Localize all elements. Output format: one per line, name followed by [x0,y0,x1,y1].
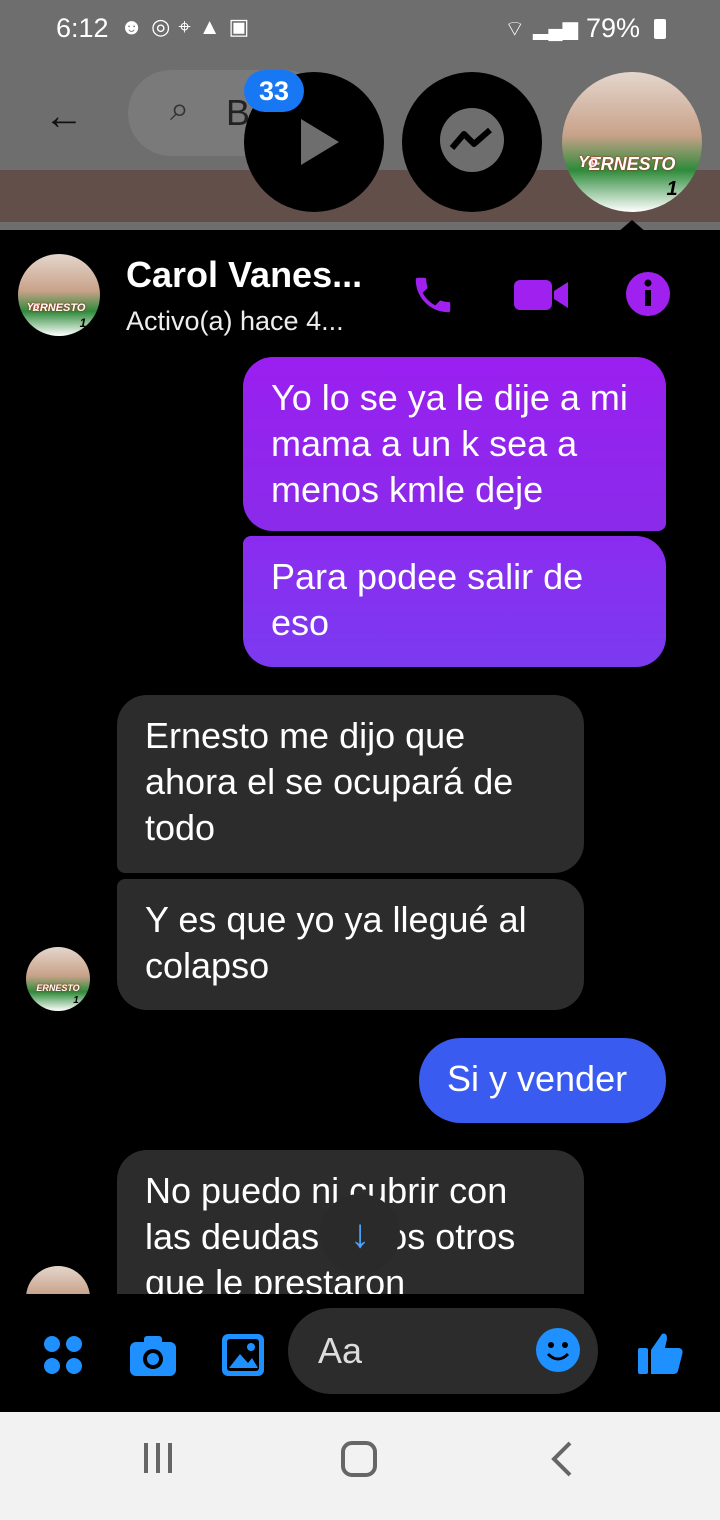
chat-panel: ERNESTO Yo 1 Carol Vanes... Activo(a) ha… [0,232,720,1412]
play-icon [301,119,339,165]
thumbs-up-icon[interactable] [636,1328,686,1378]
message-sent[interactable]: Yo lo se ya le dije a mi mama a un k sea… [243,357,666,531]
chat-header: ERNESTO Yo 1 Carol Vanes... Activo(a) ha… [0,232,720,352]
avatar-number: 1 [666,178,678,200]
gallery-icon[interactable] [220,1332,266,1378]
message-received[interactable]: Ernesto me dijo que ahora el se ocupará … [117,695,584,873]
message-sent[interactable]: Si y vender [419,1038,666,1123]
avatar-number: 1 [79,316,87,330]
arrow-down-icon: ↓ [350,1211,370,1256]
scroll-to-bottom-button[interactable]: ↓ [320,1194,400,1274]
wifi-icon: ⌔ [504,15,526,41]
chat-head-pointer [618,220,646,232]
back-icon[interactable] [548,1440,576,1478]
message-composer: Aa [0,1294,720,1412]
messenger-icon [440,108,504,172]
phone-icon[interactable] [410,272,456,318]
home-icon[interactable] [340,1440,378,1478]
navigation-bar [0,1412,720,1520]
search-icon: ⌕ [170,90,190,128]
gallery-notification-icon: ▣ [228,14,250,39]
message-sent[interactable]: Para podee salir de eso [243,536,666,667]
emoji-icon[interactable] [536,1328,580,1372]
contact-chat-head-avatar[interactable]: ERNESTO Yo 1 [562,72,702,212]
avatar-number: 1 [73,995,79,1006]
status-time: 6:12 [56,13,109,43]
messenger-notification-icon: ◎ [151,14,171,39]
contact-name[interactable]: Carol Vanes... [126,254,362,296]
signal-icon: ▂▄▆ [533,18,578,40]
apps-icon[interactable] [42,1334,84,1376]
battery-percent: 79% [585,13,640,43]
message-input[interactable]: Aa [288,1308,598,1394]
notification-badge: 33 [244,70,304,112]
video-call-icon[interactable] [512,274,570,316]
avatar-text: ERNESTO [36,983,80,993]
notification-face-icon: ☻ [120,14,144,39]
battery-icon [654,18,666,39]
contact-avatar[interactable]: ERNESTO Yo 1 [18,254,100,336]
camera-icon[interactable] [128,1334,178,1378]
back-arrow-icon[interactable]: ← [44,94,84,139]
recents-icon[interactable] [140,1440,176,1476]
smiley-face [546,1342,570,1361]
contact-status: Activo(a) hace 4... [126,306,344,336]
notification-icons: ☻ ◎ ⌖ ▲ ▣ [120,14,249,40]
message-received[interactable]: Y es que yo ya llegué al colapso [117,879,584,1010]
avatar-prefix: Yo [578,154,598,171]
warning-icon: ▲ [198,14,221,39]
messenger-chat-head[interactable] [402,72,542,212]
status-bar: 6:12 ☻ ◎ ⌖ ▲ ▣ ⌔ ▂▄▆ 79% [0,0,720,56]
message-input-placeholder: Aa [318,1330,363,1371]
status-right: ⌔ ▂▄▆ 79% [504,13,666,44]
location-notification-icon: ⌖ [178,14,191,39]
avatar-prefix: Yo [26,302,40,313]
sender-avatar[interactable]: ERNESTO 1 [26,947,90,1011]
info-icon[interactable] [624,270,672,318]
